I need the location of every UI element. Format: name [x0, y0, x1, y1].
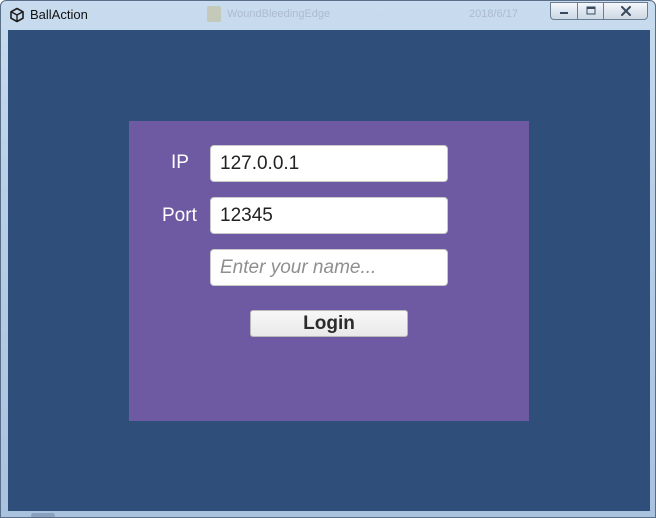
- minimize-button[interactable]: [550, 2, 577, 20]
- background-window-title: WoundBleedingEdge: [227, 8, 331, 20]
- ip-label: IP: [171, 152, 189, 173]
- login-button[interactable]: Login: [250, 310, 408, 337]
- name-input[interactable]: [210, 249, 448, 286]
- maximize-icon: [586, 6, 595, 15]
- background-window-date: 2018/6/17: [469, 8, 518, 20]
- app-window: BallAction WoundBleedingEdge 2018/6/17 I…: [0, 0, 656, 518]
- game-viewport: IP Port Login: [8, 30, 650, 511]
- close-button[interactable]: [603, 2, 648, 20]
- window-title: BallAction: [30, 7, 88, 22]
- minimize-icon: [560, 12, 568, 14]
- maximize-button[interactable]: [577, 2, 603, 20]
- port-input[interactable]: [210, 197, 448, 234]
- background-window-icon: [207, 6, 221, 22]
- login-panel: IP Port Login: [129, 121, 529, 421]
- close-icon: [620, 6, 631, 16]
- caption-buttons: [550, 2, 648, 20]
- taskbar-edge: [31, 513, 55, 518]
- port-label: Port: [162, 205, 197, 226]
- title-bar[interactable]: BallAction WoundBleedingEdge 2018/6/17: [1, 1, 655, 29]
- unity-logo-icon: [9, 7, 25, 23]
- ip-input[interactable]: [210, 145, 448, 182]
